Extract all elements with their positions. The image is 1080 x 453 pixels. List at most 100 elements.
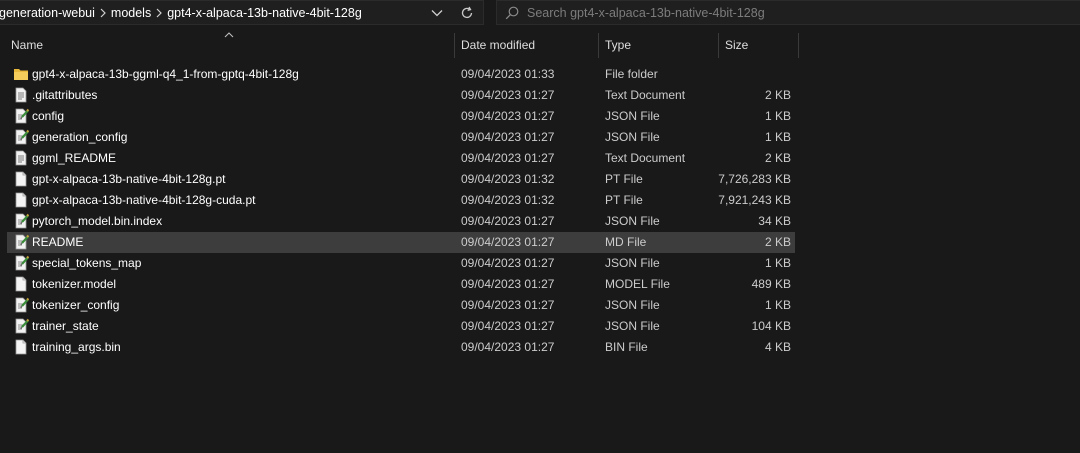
- file-size: 1 KB: [764, 298, 791, 312]
- file-name: tokenizer_config: [32, 298, 120, 312]
- blank-file-icon: [13, 171, 29, 187]
- refresh-button[interactable]: [453, 1, 481, 24]
- breadcrumb-item-models[interactable]: models: [111, 6, 151, 20]
- file-name: training_args.bin: [32, 340, 121, 354]
- file-size: 7,726,283 KB: [718, 172, 791, 186]
- file-date-modified: 09/04/2023 01:33: [461, 67, 555, 81]
- file-row[interactable]: training_args.bin 09/04/2023 01:27 BIN Fil…: [7, 337, 795, 358]
- file-row[interactable]: tokenizer_config 09/04/2023 01:27 JSON Fil…: [7, 295, 795, 316]
- json-file-icon: [13, 129, 30, 145]
- file-type: Text Document: [605, 88, 686, 102]
- chevron-right-icon[interactable]: [95, 8, 111, 18]
- file-row[interactable]: trainer_state 09/04/2023 01:27 JSON File 10…: [7, 316, 795, 337]
- file-type: JSON File: [605, 130, 660, 144]
- blank-file-icon: [13, 192, 29, 208]
- chevron-right-icon[interactable]: [151, 8, 167, 18]
- file-name: trainer_state: [32, 319, 99, 333]
- file-size: 1 KB: [764, 109, 791, 123]
- file-name: gpt-x-alpaca-13b-native-4bit-128g-cuda.p…: [32, 193, 256, 207]
- file-name: pytorch_model.bin.index: [32, 214, 163, 228]
- file-date-modified: 09/04/2023 01:27: [461, 235, 555, 249]
- file-date-modified: 09/04/2023 01:27: [461, 151, 555, 165]
- file-row[interactable]: pytorch_model.bin.index 09/04/2023 01:27 J…: [7, 211, 795, 232]
- file-type: JSON File: [605, 214, 660, 228]
- navigation-bar: generation-webui models gpt4-x-alpaca-13…: [0, 0, 1080, 33]
- column-divider[interactable]: [454, 33, 455, 58]
- address-bar[interactable]: generation-webui models gpt4-x-alpaca-13…: [0, 0, 484, 25]
- file-date-modified: 09/04/2023 01:32: [461, 193, 555, 207]
- search-placeholder: Search gpt4-x-alpaca-13b-native-4bit-128…: [527, 5, 765, 20]
- file-size: 2 KB: [764, 235, 791, 249]
- file-row[interactable]: special_tokens_map 09/04/2023 01:27 JSON F…: [7, 253, 795, 274]
- file-date-modified: 09/04/2023 01:27: [461, 130, 555, 144]
- file-row[interactable]: tokenizer.model 09/04/2023 01:27 MODEL Fil…: [7, 274, 795, 295]
- search-input[interactable]: Search gpt4-x-alpaca-13b-native-4bit-128…: [496, 0, 1080, 25]
- file-name: gpt4-x-alpaca-13b-ggml-q4_1-from-gptq-4b…: [32, 67, 299, 81]
- file-name: README: [32, 235, 84, 249]
- file-date-modified: 09/04/2023 01:27: [461, 340, 555, 354]
- file-date-modified: 09/04/2023 01:27: [461, 214, 555, 228]
- column-header-size[interactable]: Size: [725, 33, 748, 58]
- file-size: 1 KB: [764, 256, 791, 270]
- file-size: 7,921,243 KB: [718, 193, 791, 207]
- file-size: 2 KB: [764, 88, 791, 102]
- text-file-icon: [13, 150, 29, 166]
- column-divider[interactable]: [598, 33, 599, 58]
- file-type: BIN File: [605, 340, 648, 354]
- file-size: 4 KB: [764, 340, 791, 354]
- file-type: JSON File: [605, 298, 660, 312]
- file-name: .gitattributes: [32, 88, 98, 102]
- file-row[interactable]: gpt4-x-alpaca-13b-ggml-q4_1-from-gptq-4b…: [7, 64, 795, 85]
- json-file-icon: [13, 234, 30, 250]
- column-header-type[interactable]: Type: [605, 33, 631, 58]
- file-row[interactable]: README 09/04/2023 01:27 MD File 2 KB: [7, 232, 795, 253]
- file-size: 2 KB: [764, 151, 791, 165]
- breadcrumb-item-current-folder[interactable]: gpt4-x-alpaca-13b-native-4bit-128g: [167, 6, 362, 20]
- file-type: MD File: [605, 235, 647, 249]
- file-type: PT File: [605, 172, 643, 186]
- address-history-dropdown[interactable]: [425, 1, 449, 24]
- file-type: JSON File: [605, 319, 660, 333]
- text-file-icon: [13, 87, 29, 103]
- json-file-icon: [13, 297, 30, 313]
- file-row[interactable]: generation_config 09/04/2023 01:27 JSON Fi…: [7, 127, 795, 148]
- column-header-row: Name Date modified Type Size: [0, 32, 1080, 58]
- file-type: PT File: [605, 193, 643, 207]
- file-name: generation_config: [32, 130, 128, 144]
- file-size: 1 KB: [764, 130, 791, 144]
- file-date-modified: 09/04/2023 01:27: [461, 109, 555, 123]
- file-size: 489 KB: [751, 277, 791, 291]
- json-file-icon: [13, 255, 30, 271]
- column-header-date-modified[interactable]: Date modified: [461, 33, 535, 58]
- search-icon: [497, 1, 527, 24]
- chevron-down-icon: [431, 9, 443, 16]
- file-row[interactable]: ggml_README 09/04/2023 01:27 Text Document…: [7, 148, 795, 169]
- file-type: JSON File: [605, 109, 660, 123]
- column-header-name[interactable]: Name: [11, 33, 43, 58]
- json-file-icon: [13, 213, 30, 229]
- folder-icon: [13, 66, 29, 82]
- file-row[interactable]: config 09/04/2023 01:27 JSON File 1 KB: [7, 106, 795, 127]
- column-divider[interactable]: [798, 33, 799, 58]
- file-date-modified: 09/04/2023 01:27: [461, 319, 555, 333]
- file-type: MODEL File: [605, 277, 670, 291]
- file-row[interactable]: .gitattributes 09/04/2023 01:27 Text Docum…: [7, 85, 795, 106]
- refresh-icon: [461, 6, 473, 18]
- file-name: ggml_README: [32, 151, 117, 165]
- json-file-icon: [13, 318, 30, 334]
- column-divider[interactable]: [718, 33, 719, 58]
- file-date-modified: 09/04/2023 01:27: [461, 256, 555, 270]
- json-file-icon: [13, 108, 30, 124]
- breadcrumb: generation-webui models gpt4-x-alpaca-13…: [0, 1, 362, 24]
- sort-ascending-icon: [224, 32, 234, 38]
- file-row[interactable]: gpt-x-alpaca-13b-native-4bit-128g-cuda.p…: [7, 190, 795, 211]
- file-type: Text Document: [605, 151, 686, 165]
- file-name: gpt-x-alpaca-13b-native-4bit-128g.pt: [32, 172, 226, 186]
- file-name: config: [32, 109, 65, 123]
- breadcrumb-item-generation-webui[interactable]: generation-webui: [0, 6, 95, 20]
- file-row[interactable]: gpt-x-alpaca-13b-native-4bit-128g.pt 09/0…: [7, 169, 795, 190]
- file-name: tokenizer.model: [32, 277, 117, 291]
- blank-file-icon: [13, 339, 29, 355]
- blank-file-icon: [13, 276, 29, 292]
- file-date-modified: 09/04/2023 01:27: [461, 88, 555, 102]
